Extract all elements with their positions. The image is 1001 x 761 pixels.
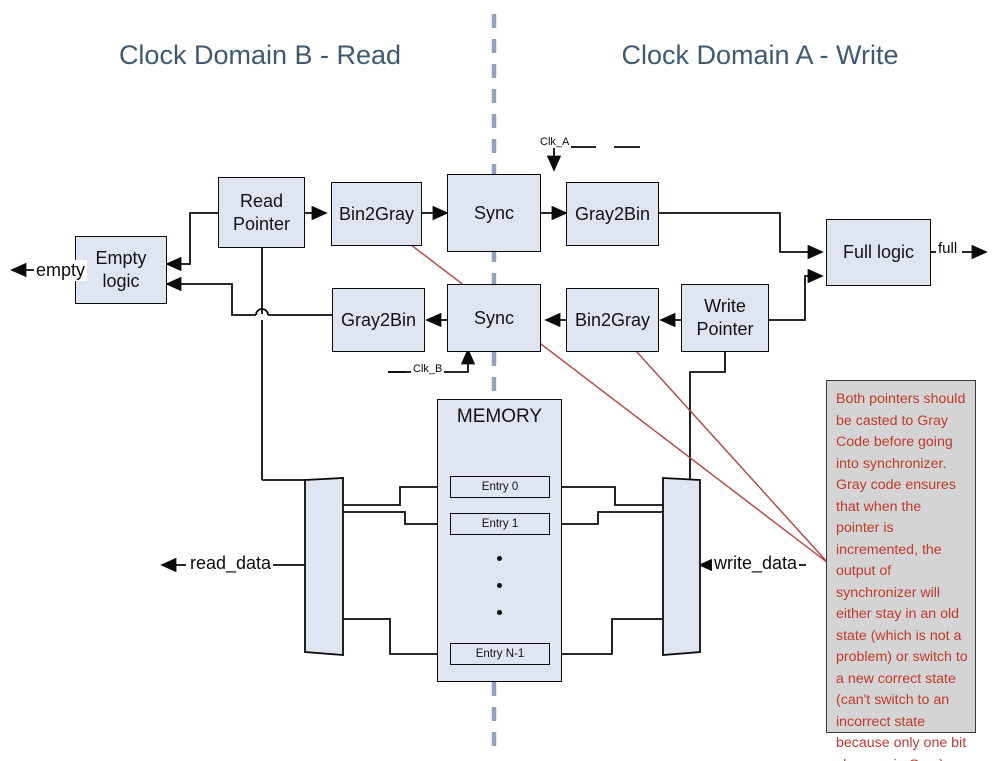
wire-entryN-right — [562, 618, 663, 655]
memory-ellipsis-dot-1 — [497, 556, 502, 561]
block-bin2gray-bottom[interactable]: Bin2Gray — [566, 288, 659, 352]
memory-ellipsis-dot-3 — [497, 610, 502, 615]
label-clk-a: Clk_A — [538, 136, 572, 148]
title-clock-domain-a: Clock Domain A - Write — [621, 40, 899, 70]
wire-entry0-left — [343, 486, 437, 506]
wire-wrptr-to-full — [769, 268, 824, 321]
memory-entry-0[interactable]: Entry 0 — [450, 476, 550, 498]
block-gray2bin-top[interactable]: Gray2Bin — [566, 182, 659, 246]
annotation-note: Both pointers should be casted to Gray C… — [826, 380, 976, 761]
wire-hop-arc — [255, 308, 269, 316]
block-sync-bottom[interactable]: Sync — [447, 284, 541, 352]
wire-g2btop-to-full — [659, 212, 824, 260]
wire-entry1-left — [343, 511, 437, 525]
block-bin2gray-top[interactable]: Bin2Gray — [331, 182, 422, 246]
memory-entry-1[interactable]: Entry 1 — [450, 513, 550, 535]
block-read-pointer[interactable]: Read Pointer — [218, 177, 305, 248]
wire-g2b-to-empty — [165, 276, 256, 316]
memory-entry-n-1[interactable]: Entry N-1 — [450, 643, 550, 665]
block-memory[interactable] — [437, 399, 562, 682]
block-full-logic[interactable]: Full logic — [826, 219, 931, 286]
memory-ellipsis-dot-2 — [497, 583, 502, 588]
write-demux — [662, 477, 701, 656]
block-gray2bin-bottom[interactable]: Gray2Bin — [332, 288, 425, 352]
fifo-block-diagram: Clock Domain B - Read Clock Domain A - W… — [0, 0, 1001, 761]
label-clk-b: Clk_B — [411, 363, 445, 375]
label-full: full — [936, 240, 960, 257]
wire-entry0-right — [562, 486, 663, 506]
read-mux — [304, 477, 344, 656]
wire-rdptr-to-empty — [165, 212, 218, 272]
wire-entryN-left — [343, 618, 437, 655]
block-write-pointer[interactable]: Write Pointer — [681, 284, 769, 352]
memory-title: MEMORY — [456, 406, 543, 427]
wire-entry1-right — [562, 511, 663, 525]
title-clock-domain-b: Clock Domain B - Read — [118, 40, 402, 70]
block-empty-logic[interactable]: Empty logic — [75, 236, 167, 304]
wire-clka-into-sync — [546, 146, 596, 172]
label-empty: empty — [34, 260, 88, 281]
label-read-data: read_data — [188, 553, 274, 574]
label-write-data: write_data — [712, 553, 800, 574]
block-sync-top[interactable]: Sync — [447, 174, 541, 252]
